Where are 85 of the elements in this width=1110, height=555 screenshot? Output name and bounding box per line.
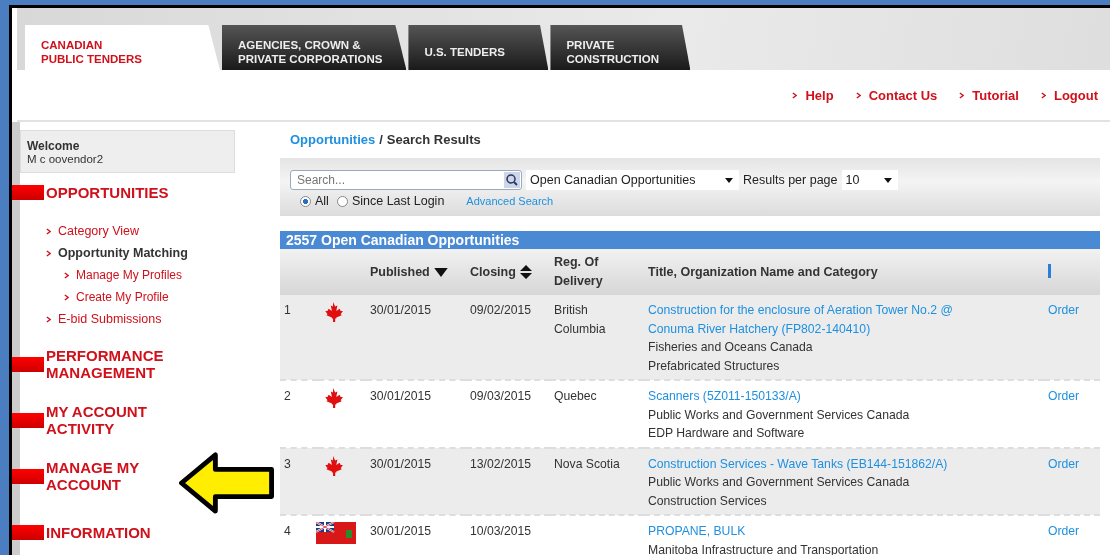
- sidebar-section[interactable]: MY ACCOUNT ACTIVITY: [46, 403, 147, 437]
- sidebar-link[interactable]: Create My Profile: [46, 290, 169, 304]
- top-link[interactable]: Tutorial: [959, 87, 1019, 103]
- per-page-label: Results per page: [743, 173, 838, 187]
- breadcrumb-separator: /: [379, 132, 383, 147]
- sidebar-link[interactable]: E-bid Submissions: [46, 312, 162, 326]
- top-link[interactable]: Contact Us: [855, 87, 938, 103]
- top-link[interactable]: Help: [792, 87, 834, 103]
- provincial-flag-icon: [316, 522, 356, 544]
- organization-name: Public Works and Government Services Canada: [648, 406, 911, 424]
- organization-name: Public Works and Government Services Canada: [648, 474, 911, 491]
- region-text: Quebec: [554, 389, 597, 403]
- nav-tab[interactable]: AGENCIES, CROWN & PRIVATE CORPORATIONS: [222, 25, 407, 70]
- section-marker: [12, 356, 44, 372]
- sort-down-icon: [433, 267, 448, 277]
- column-header[interactable]: Published: [370, 262, 448, 282]
- sidebar-section[interactable]: MANAGE MY ACCOUNT: [46, 459, 140, 493]
- closing-date: 09/03/2015: [470, 389, 531, 403]
- category-name: EDP Hardware and Software: [648, 425, 806, 442]
- tender-title-link[interactable]: Scanners (5Z011-150133/A): [648, 387, 1000, 406]
- sidebar-section[interactable]: PERFORMANCE MANAGEMENT: [46, 347, 164, 381]
- sidebar-link[interactable]: Opportunity Matching: [46, 246, 188, 260]
- chevron-icon: [792, 91, 798, 99]
- scope-dropdown[interactable]: Open Canadian Opportunities: [526, 170, 739, 190]
- region-text: British Columbia: [554, 303, 606, 336]
- nav-tab[interactable]: PRIVATE CONSTRUCTION: [550, 25, 691, 70]
- category-name: Construction Services: [648, 492, 768, 510]
- published-date: 30/01/2015: [370, 456, 431, 471]
- order-link[interactable]: Order: [1048, 522, 1096, 541]
- nav-tab[interactable]: CANADIAN PUBLIC TENDERS: [25, 25, 220, 70]
- breadcrumb-link[interactable]: Opportunities: [290, 132, 376, 147]
- published-date: 30/01/2015: [370, 303, 431, 317]
- order-link[interactable]: Order: [1048, 387, 1096, 406]
- filter-radio[interactable]: All: [300, 194, 329, 208]
- closing-date: 09/02/2015: [470, 303, 531, 317]
- row-number: 2: [284, 389, 291, 403]
- chevron-icon: [46, 315, 51, 323]
- chevron-icon: [1040, 91, 1046, 99]
- column-header: Title, Organization Name and Category: [648, 263, 878, 281]
- order-link[interactable]: Order: [1048, 454, 1096, 473]
- filter-radio[interactable]: Since Last Login: [336, 194, 445, 208]
- sidebar-link[interactable]: Category View: [46, 224, 140, 238]
- published-date: 30/01/2015: [370, 389, 431, 403]
- tender-title-link[interactable]: Construction for the enclosure of Aeration Tower No.2 @ Conuma River Hatchery (FP802-140410): [648, 301, 1000, 338]
- column-header[interactable]: Closing: [470, 262, 532, 282]
- chevron-icon: [46, 249, 51, 257]
- closing-date: 10/03/2015: [470, 524, 531, 538]
- tender-title-link[interactable]: PROPANE, BULK: [648, 522, 1000, 541]
- advanced-search-link[interactable]: Advanced Search: [466, 195, 554, 207]
- per-page-dropdown[interactable]: 10: [841, 170, 898, 190]
- section-marker: [12, 468, 44, 484]
- category-name: Prefabricated Structures: [648, 357, 781, 375]
- top-link[interactable]: Logout: [1040, 87, 1098, 103]
- nav-tab[interactable]: U.S. TENDERS: [408, 25, 549, 70]
- chevron-icon: [959, 91, 965, 99]
- published-date: 30/01/2015: [370, 524, 431, 538]
- welcome-title: Welcome: [27, 139, 81, 153]
- sort-icon: [519, 265, 532, 279]
- tender-title-link[interactable]: Construction Services - Wave Tanks (EB144-151862/A): [648, 454, 1000, 473]
- sidebar-section[interactable]: INFORMATION: [46, 523, 151, 541]
- region-text: Nova Scotia: [554, 456, 620, 471]
- row-number: 3: [284, 456, 291, 471]
- chevron-icon: [64, 271, 69, 279]
- sidebar-section[interactable]: OPPORTUNITIES: [46, 183, 169, 201]
- search-field[interactable]: Search...: [290, 170, 522, 190]
- user-name: M c oovendor2: [27, 153, 105, 165]
- section-marker: [12, 412, 44, 428]
- sidebar-link[interactable]: Manage My Profiles: [46, 268, 183, 282]
- section-marker: [12, 524, 44, 540]
- caret-icon: [725, 177, 733, 183]
- search-icon[interactable]: [504, 172, 520, 188]
- breadcrumb-current: Search Results: [386, 132, 481, 147]
- row-number: 4: [284, 524, 291, 538]
- closing-date: 13/02/2015: [470, 456, 531, 471]
- caret-icon: [883, 177, 892, 183]
- order-link[interactable]: Order: [1048, 301, 1096, 320]
- chevron-icon: [855, 91, 861, 99]
- results-title: 2557 Open Canadian Opportunities: [280, 231, 1100, 249]
- chevron-icon: [46, 227, 51, 235]
- column-marker-icon: [1048, 263, 1051, 278]
- column-header: Reg. Of Delivery: [554, 254, 603, 290]
- section-marker: [12, 184, 44, 200]
- chevron-icon: [64, 293, 69, 301]
- row-number: 1: [284, 303, 291, 317]
- organization-name: Fisheries and Oceans Canada: [648, 339, 814, 356]
